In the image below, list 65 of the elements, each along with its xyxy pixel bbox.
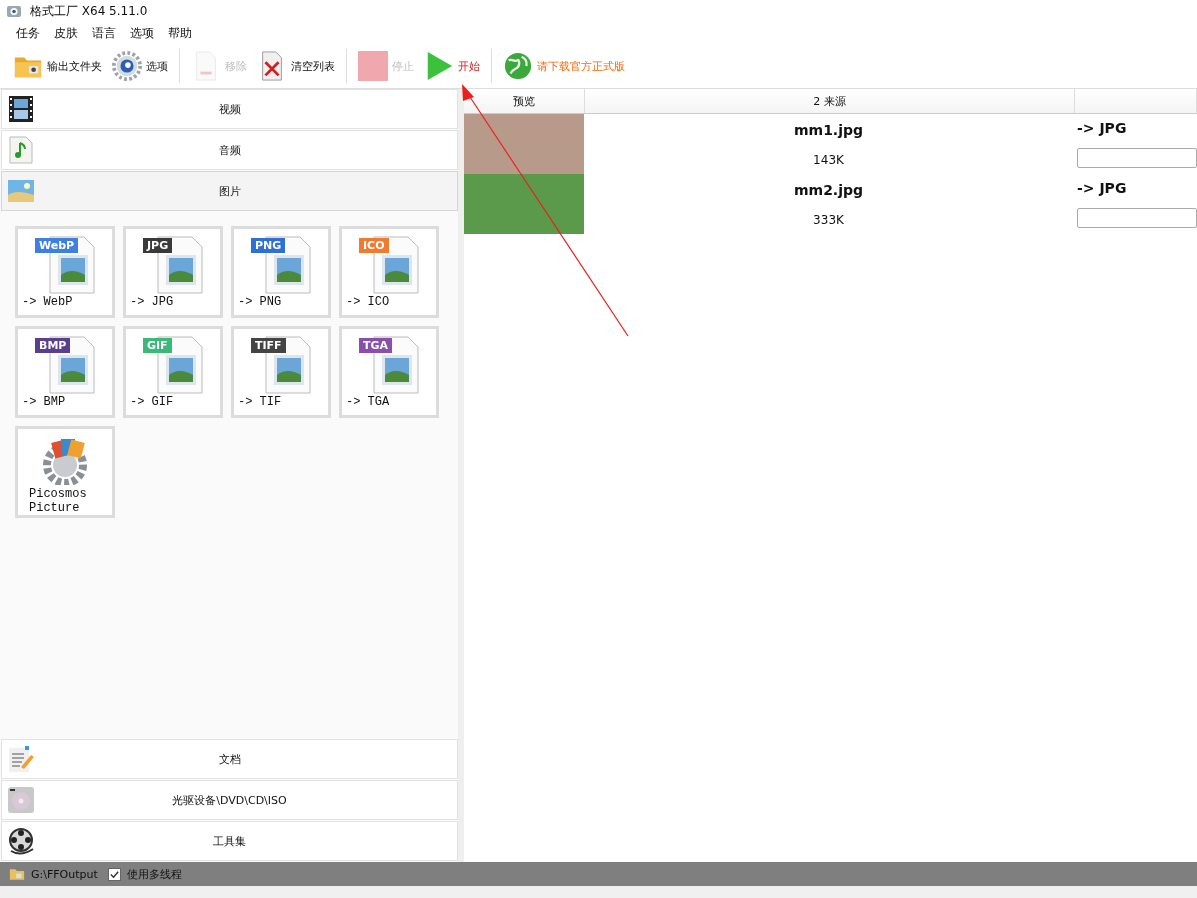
category-header[interactable]: 视频 [1, 89, 458, 129]
tile-label: -> TGA [346, 395, 390, 409]
format-tile[interactable]: WebP -> WebP [15, 226, 115, 318]
format-badge: ICO [359, 238, 389, 253]
format-tile[interactable]: JPG -> JPG [123, 226, 223, 318]
toolbar-button[interactable]: 开始 [421, 49, 483, 83]
tile-label: -> TIF [238, 395, 282, 409]
menu-item[interactable]: 皮肤 [54, 24, 78, 42]
folder-icon [9, 867, 25, 881]
landscape-picture-icon [7, 177, 35, 205]
category-header[interactable]: 文档 [1, 739, 458, 779]
format-tile[interactable]: GIF -> GIF [123, 326, 223, 418]
format-tile[interactable]: TIFF -> TIF [231, 326, 331, 418]
menu-item[interactable]: 选项 [130, 24, 154, 42]
gear-icon [112, 51, 142, 81]
stop-square-icon [358, 51, 388, 81]
tile-label: -> PNG [238, 295, 282, 309]
tile-label: Picosmos Picture [29, 487, 88, 515]
output-format: -> JPG [1077, 180, 1128, 196]
format-tile[interactable]: BMP -> BMP [15, 326, 115, 418]
tile-label: -> WebP [22, 295, 73, 309]
toolbar-button[interactable]: 输出文件夹 [10, 49, 105, 83]
file-name: mm2.jpg [793, 181, 864, 198]
menu-item[interactable]: 任务 [16, 24, 40, 42]
output-path: G:\FFOutput [31, 867, 98, 881]
file-name: mm1.jpg [793, 121, 864, 138]
checkbox-label: 使用多线程 [126, 866, 182, 882]
window-title: 格式工厂 X64 5.11.0 [30, 2, 148, 20]
category-header[interactable]: 图片 [1, 171, 458, 211]
disc-drive-icon [7, 786, 35, 814]
format-badge: BMP [35, 338, 71, 353]
document-pencil-icon [7, 745, 35, 773]
format-badge: JPG [143, 238, 173, 253]
output-field[interactable] [1077, 148, 1197, 168]
multithread-checkbox[interactable] [107, 867, 121, 881]
tile-label: -> GIF [130, 395, 174, 409]
category-header[interactable]: 光驱设备\DVD\CD\ISO [1, 780, 458, 820]
format-tile[interactable]: PNG -> PNG [231, 226, 331, 318]
format-badge: GIF [143, 338, 172, 353]
globe-icon [503, 51, 533, 81]
format-tile[interactable]: ICO -> ICO [339, 226, 439, 318]
format-badge: WebP [35, 238, 79, 253]
file-size: 143K [813, 152, 844, 167]
format-tile[interactable]: TGA -> TGA [339, 326, 439, 418]
category-header[interactable]: 音频 [1, 130, 458, 170]
category-header[interactable]: 工具集 [1, 821, 458, 861]
music-note-icon [7, 136, 35, 164]
app-logo-icon [6, 3, 22, 19]
file-size: 333K [813, 212, 844, 227]
tile-label: -> ICO [346, 295, 390, 309]
format-badge: PNG [251, 238, 286, 253]
toolbar-button[interactable]: 选项 [109, 49, 171, 83]
tile-label: -> JPG [130, 295, 174, 309]
format-tile[interactable]: Picosmos Picture [15, 426, 115, 518]
film-reel-icon [7, 827, 35, 855]
menu-item[interactable]: 帮助 [168, 24, 192, 42]
film-strip-icon [7, 95, 35, 123]
format-badge: TIFF [251, 338, 286, 353]
format-badge: TGA [359, 338, 393, 353]
output-field[interactable] [1077, 208, 1197, 228]
tile-label: -> BMP [22, 395, 66, 409]
menu-item[interactable]: 语言 [92, 24, 116, 42]
toolbar-button[interactable]: 清空列表 [254, 49, 338, 83]
output-format: -> JPG [1077, 120, 1128, 136]
column-header[interactable]: 2 来源 [585, 89, 1075, 113]
